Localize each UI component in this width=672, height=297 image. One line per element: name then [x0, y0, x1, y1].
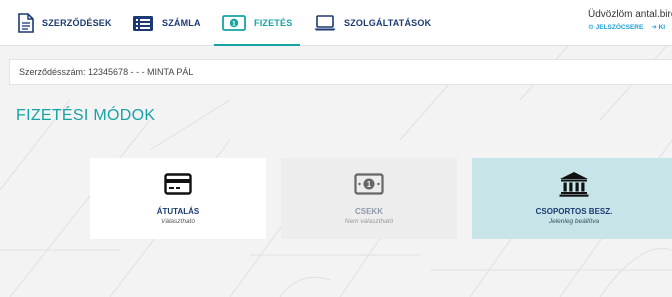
- nav-item-services[interactable]: SZOLGÁLTATÁSOK: [314, 0, 431, 46]
- payment-method-title: ÁTUTALÁS: [156, 207, 200, 216]
- svg-text:1: 1: [232, 21, 236, 28]
- payment-method-transfer[interactable]: ÁTUTALÁS Választható: [90, 158, 266, 239]
- document-icon: [18, 13, 34, 33]
- laptop-icon: [314, 15, 336, 31]
- logout-link[interactable]: ➔ KI: [651, 23, 665, 31]
- logout-icon: ➔: [651, 24, 657, 31]
- svg-text:1: 1: [367, 180, 372, 189]
- user-info: Üdvözlöm antal.biro ⚙ JELSZÓCSERE ➔ KI: [588, 9, 672, 31]
- payment-method-title: CSOPORTOS BESZ.: [535, 207, 613, 216]
- payment-method-status: Jelenleg beállítva: [548, 218, 600, 225]
- nav-item-contracts[interactable]: SZERZŐDÉSEK: [18, 0, 112, 46]
- payment-method-status: Választható: [161, 218, 195, 225]
- nav-item-payment[interactable]: 1 FIZETÉS: [213, 0, 301, 46]
- user-greeting: Üdvözlöm antal.biro: [588, 9, 672, 20]
- payment-method-status: Nem választható: [344, 218, 394, 225]
- top-navigation-bar: SZERZŐDÉSEK SZÁMLA 1 FIZETÉS SZOLGÁLTATÁ…: [0, 0, 672, 46]
- banknote-icon: 1: [354, 171, 384, 197]
- payment-method-title: CSEKK: [354, 207, 383, 216]
- password-change-link[interactable]: ⚙ JELSZÓCSERE: [588, 23, 643, 31]
- nav-item-label: SZERZŐDÉSEK: [42, 18, 112, 28]
- nav-item-label: FIZETÉS: [254, 18, 293, 28]
- contract-number-text: Szerződésszám: 12345678 - - - MINTA PÁL: [19, 67, 194, 77]
- payment-method-direct-debit[interactable]: CSOPORTOS BESZ. Jelenleg beállítva: [472, 158, 672, 239]
- gear-icon: ⚙: [588, 24, 594, 31]
- contract-selector[interactable]: Szerződésszám: 12345678 - - - MINTA PÁL: [9, 59, 672, 85]
- credit-card-icon: [164, 171, 192, 197]
- nav-item-label: SZOLGÁLTATÁSOK: [344, 18, 432, 28]
- nav-item-label: SZÁMLA: [162, 18, 201, 28]
- invoice-list-icon: [132, 15, 154, 32]
- payment-method-cheque: 1 CSEKK Nem választható: [281, 158, 457, 239]
- banknote-icon: 1: [222, 15, 246, 31]
- bank-building-icon: [559, 171, 589, 197]
- nav-item-invoice[interactable]: SZÁMLA: [132, 0, 201, 46]
- page-title: FIZETÉSI MÓDOK: [16, 107, 156, 124]
